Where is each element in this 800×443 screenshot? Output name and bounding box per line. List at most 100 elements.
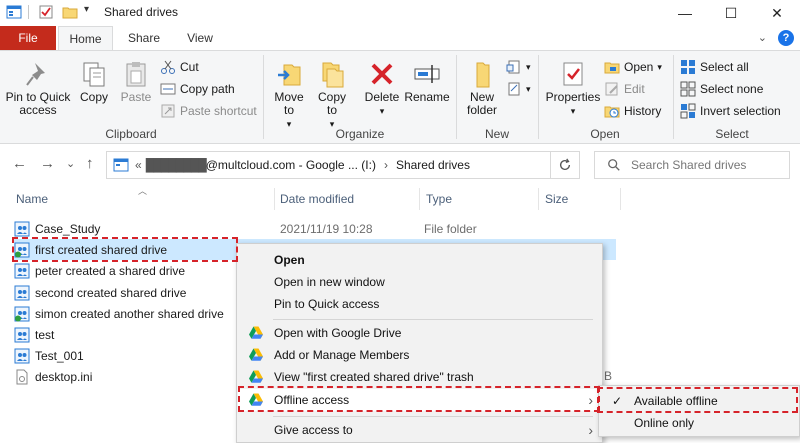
copy-button[interactable]: Copy [76, 59, 112, 104]
tab-home[interactable]: Home [58, 26, 113, 51]
properties-label: Properties [545, 90, 601, 104]
edit-button[interactable]: Edit [604, 79, 645, 99]
file-size-partial: B [604, 369, 613, 383]
menu-item-view-trash[interactable]: View "first created shared drive" trash [238, 366, 601, 388]
paste-shortcut-icon [161, 104, 175, 118]
customize-quick-access-icon[interactable]: ▾ [84, 4, 89, 15]
file-type: File folder [424, 221, 477, 236]
refresh-icon [559, 158, 571, 171]
column-header-type[interactable]: Type [426, 192, 452, 206]
sort-ascending-icon: ︿ [138, 186, 148, 196]
open-folder-icon [604, 62, 620, 74]
column-header-size[interactable]: Size [545, 192, 568, 206]
pin-to-quick-access-button[interactable]: Pin to Quick access [4, 59, 72, 117]
paste-button[interactable]: Paste [118, 59, 154, 104]
select-all-button[interactable]: Select all [680, 57, 749, 77]
recent-locations-button[interactable]: ⌄ [66, 157, 75, 170]
rename-button[interactable]: Rename [404, 59, 450, 104]
scissors-icon [161, 60, 175, 74]
history-button[interactable]: History [604, 101, 661, 121]
column-divider[interactable] [419, 188, 420, 210]
menu-item-pin-quick-access[interactable]: Pin to Quick access [238, 293, 601, 315]
shared-drive-icon [14, 221, 30, 236]
copy-icon [83, 62, 105, 87]
delete-button[interactable]: Delete ▾ [360, 59, 404, 118]
menu-item-open-new-window[interactable]: Open in new window [238, 271, 601, 293]
move-to-button[interactable]: Move to ▾ [268, 59, 310, 131]
tab-view[interactable]: View [176, 26, 224, 50]
copy-path-button[interactable]: Copy path [160, 79, 235, 99]
paste-label: Paste [120, 90, 152, 104]
organize-group-label: Organize [335, 127, 385, 141]
checkmark-icon: ✓ [612, 394, 623, 408]
column-divider[interactable] [538, 188, 539, 210]
tab-share[interactable]: Share [118, 26, 170, 50]
forward-button[interactable]: → [40, 155, 55, 172]
history-label: History [624, 104, 662, 118]
drive-location-icon [113, 158, 129, 172]
menu-item-open[interactable]: Open [238, 249, 601, 271]
address-bar[interactable]: « ████████ @multcloud.com - Google ... (… [106, 151, 580, 179]
submenu-item-available-offline[interactable]: ✓ Available offline [600, 390, 798, 412]
shared-drive-icon [14, 285, 30, 300]
file-row-case-study[interactable]: Case_Study 2021/11/19 10:28 File folder [14, 218, 614, 239]
paste-icon [126, 62, 146, 87]
new-item-dropdown-icon: ▾ [526, 61, 531, 72]
move-to-label: Move to [274, 90, 304, 117]
close-button[interactable]: ✕ [754, 0, 800, 26]
column-divider[interactable] [620, 188, 621, 210]
breadcrumb-drive[interactable]: @multcloud.com - Google ... (I:) [206, 158, 376, 172]
select-none-button[interactable]: Select none [680, 79, 763, 99]
submenu-item-online-only[interactable]: Online only [600, 412, 798, 434]
breadcrumb-current[interactable]: Shared drives [396, 158, 470, 172]
properties-quick-icon[interactable] [38, 4, 54, 20]
shared-drive-icon [14, 263, 30, 278]
search-placeholder: Search Shared drives [631, 158, 747, 172]
refresh-button[interactable] [550, 151, 580, 179]
cut-button[interactable]: Cut [160, 57, 199, 77]
navigation-bar: ← → ⌄ ↑ « ████████ @multcloud.com - Goog… [0, 144, 800, 184]
menu-item-give-access[interactable]: Give access to › [238, 419, 601, 441]
menu-item-label: Add or Manage Members [274, 348, 410, 362]
column-header-name[interactable]: Name [16, 192, 48, 206]
open-button[interactable]: Open ▾ [604, 57, 662, 77]
explorer-window-icon[interactable] [6, 4, 22, 20]
settings-file-icon [16, 369, 28, 384]
paste-shortcut-label: Paste shortcut [180, 104, 257, 118]
menu-item-offline-access[interactable]: Offline access › [238, 389, 601, 411]
maximize-button[interactable]: ☐ [708, 0, 754, 26]
breadcrumb-overflow[interactable]: « [135, 158, 142, 172]
easy-access-button[interactable]: ▾ [506, 79, 531, 99]
new-item-button[interactable]: ▾ [506, 57, 531, 77]
pin-icon [26, 63, 45, 86]
back-button[interactable]: ← [12, 155, 27, 172]
tab-file[interactable]: File [0, 26, 56, 50]
column-divider[interactable] [274, 188, 275, 210]
copy-to-button[interactable]: Copy to ▾ [312, 59, 352, 131]
search-icon [608, 159, 620, 171]
column-header-date[interactable]: Date modified [280, 192, 354, 206]
up-button[interactable]: ↑ [86, 155, 94, 172]
google-drive-icon [249, 393, 263, 406]
menu-item-open-google-drive[interactable]: Open with Google Drive [238, 322, 601, 344]
title-separator [28, 5, 29, 19]
menu-item-label: Open [274, 253, 305, 267]
copy-path-label: Copy path [180, 82, 235, 96]
paste-shortcut-button[interactable]: Paste shortcut [160, 101, 257, 121]
menu-item-manage-members[interactable]: Add or Manage Members [238, 344, 601, 366]
minimize-button[interactable]: — [662, 0, 708, 26]
copy-label: Copy [79, 90, 108, 104]
submenu-item-label: Online only [634, 416, 695, 430]
help-icon[interactable]: ? [778, 30, 794, 46]
properties-dropdown-icon: ▾ [570, 106, 576, 116]
title-bar: ▾ Shared drives — ☐ ✕ [0, 0, 800, 26]
submenu-item-label: Available offline [634, 394, 718, 408]
invert-selection-button[interactable]: Invert selection [680, 101, 781, 121]
properties-button[interactable]: Properties ▾ [544, 59, 602, 118]
collapse-ribbon-icon[interactable]: ⌄ [758, 32, 767, 44]
new-folder-button[interactable]: New folder [462, 59, 502, 117]
search-box[interactable]: Search Shared drives [594, 151, 790, 179]
delete-dropdown-icon: ▾ [379, 106, 385, 116]
menu-separator [273, 319, 593, 320]
new-folder-quick-icon[interactable] [62, 4, 78, 20]
